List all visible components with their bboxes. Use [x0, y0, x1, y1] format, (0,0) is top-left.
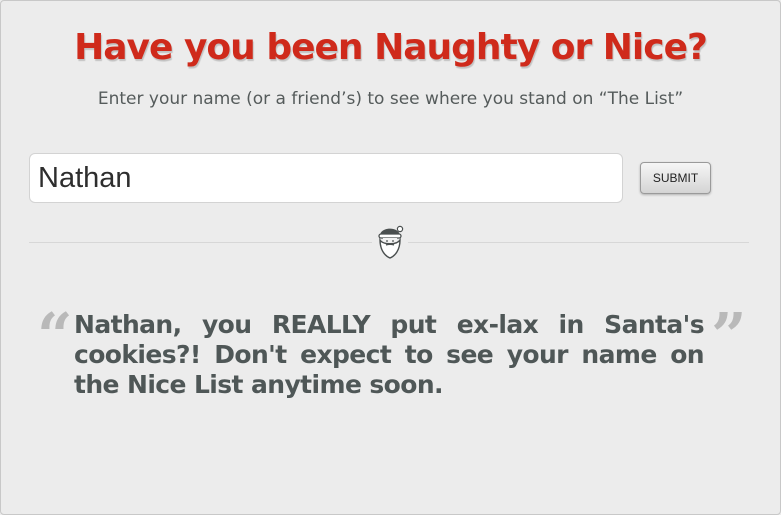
result-message: Nathan, you REALLY put ex-lax in Santa's… [74, 310, 705, 399]
santa-icon [372, 223, 408, 261]
naughty-or-nice-panel: Have you been Naughty or Nice? Enter you… [0, 0, 781, 515]
name-input[interactable] [29, 153, 623, 203]
close-quote-icon: ” [711, 299, 747, 372]
submit-button[interactable]: SUBMIT [640, 162, 711, 194]
open-quote-icon: “ [37, 299, 73, 372]
page-title: Have you been Naughty or Nice? [74, 27, 708, 68]
page-subtitle: Enter your name (or a friend’s) to see w… [97, 89, 684, 109]
